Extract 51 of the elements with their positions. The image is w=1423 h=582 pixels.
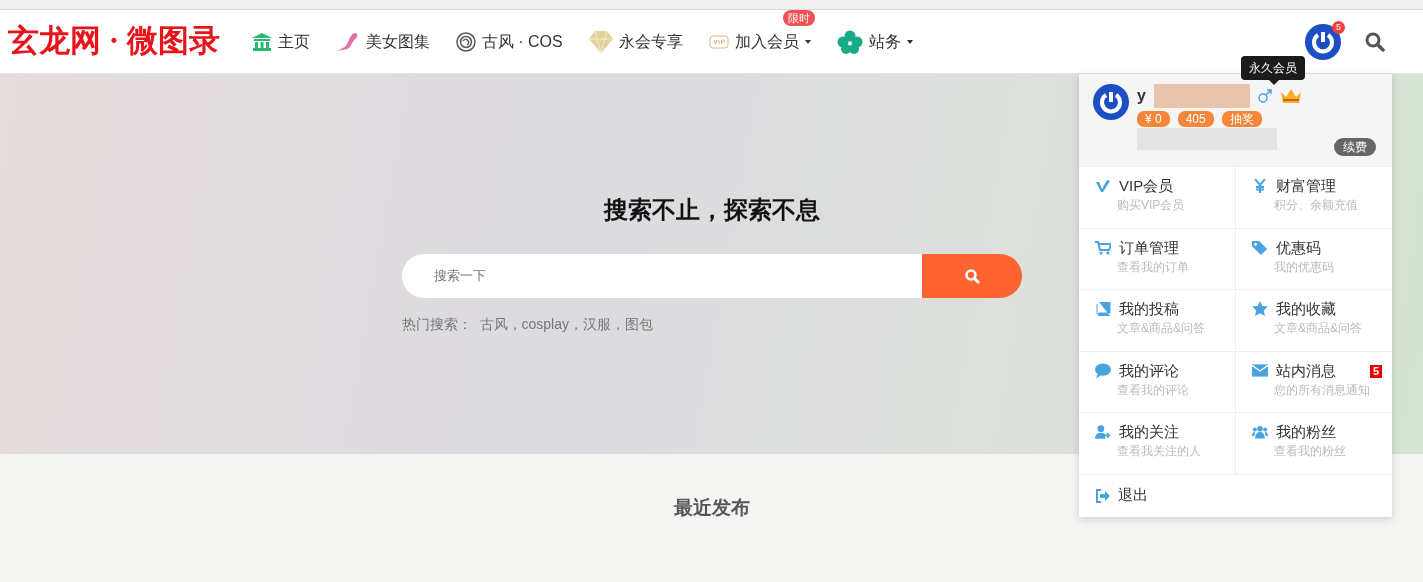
star-icon <box>1252 301 1268 317</box>
gem-icon <box>588 30 613 53</box>
search-icon <box>963 268 980 284</box>
logout-item[interactable]: 退出 <box>1079 473 1392 517</box>
user-name: y <box>1137 86 1146 106</box>
hot-search-label: 热门搜索： <box>401 315 472 334</box>
vip-icon <box>708 34 729 49</box>
hero-title: 搜索不止，探索不息 <box>603 195 820 225</box>
tooltip: 永久会员 <box>1241 56 1305 80</box>
menu-item[interactable]: 我的评论 查看我的评论 <box>1079 350 1236 412</box>
nav-link[interactable]: 主页 <box>251 29 310 54</box>
nav-link[interactable]: 站务 <box>836 29 913 54</box>
exit-icon <box>1095 488 1110 503</box>
envelope-icon <box>1252 364 1268 377</box>
menu-item[interactable]: 我的收藏 文章&商品&问答 <box>1236 289 1392 351</box>
menu-item[interactable]: 订单管理 查看我的订单 <box>1079 227 1236 289</box>
nav-link[interactable]: 加入会员 <box>708 29 811 54</box>
avatar-icon[interactable] <box>1305 23 1341 60</box>
book-icon <box>1095 302 1111 316</box>
cart-icon <box>1095 240 1111 255</box>
site-logo[interactable]: 玄龙网 · 微图录 <box>8 18 220 65</box>
yen-icon <box>1252 179 1268 193</box>
users-icon <box>1252 424 1268 440</box>
tag-icon <box>1252 239 1268 256</box>
menu-item[interactable]: 优惠码 我的优惠码 <box>1236 227 1392 289</box>
add-user-icon <box>1095 424 1111 440</box>
menu-item[interactable]: VIP会员 购买VIP会员 <box>1079 166 1236 228</box>
nav-link[interactable]: 美女图集 <box>335 29 430 54</box>
clover-icon <box>836 29 863 54</box>
figure-icon <box>335 31 360 52</box>
avatar-icon <box>1093 84 1129 120</box>
search-icon[interactable] <box>1365 31 1385 52</box>
notification-badge: 5 <box>1332 20 1345 34</box>
nav-link[interactable]: 古风 · COS <box>455 29 563 54</box>
menu-item[interactable]: 我的关注 查看我关注的人 <box>1079 412 1236 474</box>
v-icon <box>1095 180 1111 192</box>
menu-item[interactable]: 我的投稿 文章&商品&问答 <box>1079 289 1236 351</box>
nav-link[interactable]: 永会专享 <box>588 29 683 54</box>
search-button[interactable] <box>921 254 1022 298</box>
temple-icon <box>251 32 272 51</box>
search-field[interactable]: 搜索一下 <box>401 254 922 298</box>
menu-item[interactable]: 财富管理 积分、余额充值 <box>1236 166 1392 228</box>
crown-icon <box>1279 88 1302 104</box>
menu-item[interactable]: 站内消息 您的所有消息通知 5 <box>1236 350 1392 412</box>
section-title: 最近发布 <box>673 497 750 518</box>
male-icon <box>1257 89 1272 103</box>
unread-badge: 5 <box>1369 364 1382 378</box>
menu-item[interactable]: 我的粉丝 查看我的粉丝 <box>1236 412 1392 474</box>
ring-icon <box>455 31 476 52</box>
renew-button[interactable]: 续费 <box>1334 138 1376 156</box>
speech-bubble-icon <box>1095 362 1111 379</box>
